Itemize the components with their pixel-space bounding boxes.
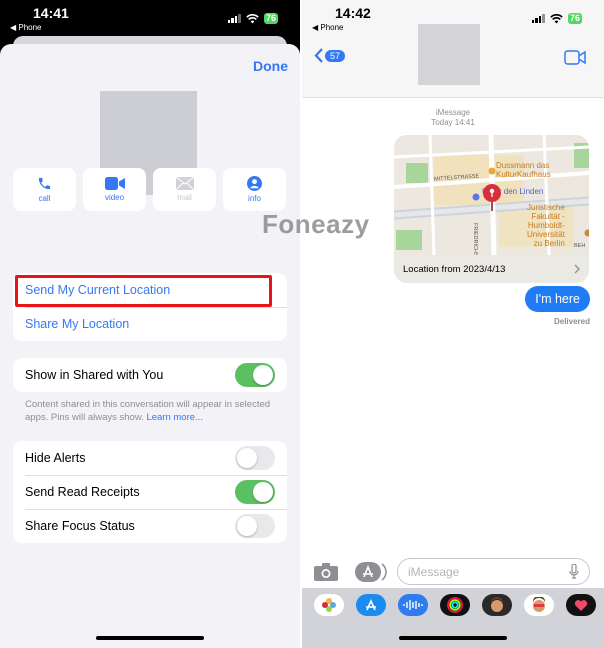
signal-icon bbox=[531, 14, 545, 23]
read-receipts-row: Send Read Receipts bbox=[13, 475, 287, 509]
call-button[interactable]: call bbox=[13, 168, 76, 211]
map-label: Universität bbox=[527, 230, 565, 239]
focus-status-toggle[interactable] bbox=[235, 514, 275, 538]
camera-icon[interactable] bbox=[314, 563, 338, 581]
photos-flower-icon bbox=[322, 598, 336, 612]
imessage-placeholder: iMessage bbox=[408, 564, 460, 579]
compose-bar: iMessage bbox=[302, 558, 604, 586]
audio-message-app-icon[interactable] bbox=[398, 594, 428, 616]
conversation-screen: 14:42 ◀ Phone 76 57 iMessage Today 14:41 bbox=[302, 0, 604, 648]
location-caption-text: Location from 2023/4/13 bbox=[403, 263, 506, 275]
read-receipts-label: Send Read Receipts bbox=[25, 485, 140, 499]
wifi-icon bbox=[550, 13, 563, 23]
memoji-sticker-icon bbox=[533, 597, 545, 612]
imessage-input[interactable]: iMessage bbox=[397, 558, 590, 585]
memoji-stickers-app-icon[interactable] bbox=[524, 594, 554, 616]
message-meta: iMessage Today 14:41 bbox=[302, 108, 604, 128]
contact-details-screen: 14:41 ◀ Phone 76 Done call video mail in… bbox=[0, 0, 300, 648]
learn-more-link[interactable]: Learn more... bbox=[146, 412, 203, 423]
memoji-face-icon bbox=[491, 597, 503, 612]
shared-with-you-group: Show in Shared with You bbox=[13, 358, 287, 392]
home-indicator bbox=[399, 636, 507, 640]
app-drawer bbox=[302, 588, 604, 648]
phone-icon bbox=[38, 177, 51, 190]
focus-status-label: Share Focus Status bbox=[25, 519, 135, 533]
battery-indicator: 76 bbox=[263, 13, 278, 24]
memoji-app-icon[interactable] bbox=[482, 594, 512, 616]
settings-group: Hide Alerts Send Read Receipts Share Foc… bbox=[13, 441, 287, 543]
waveform-icon bbox=[403, 600, 423, 610]
wifi-icon bbox=[246, 13, 259, 23]
info-label: info bbox=[248, 194, 261, 203]
map-label: Fakultät - bbox=[531, 212, 565, 221]
delivery-status: Delivered bbox=[553, 317, 590, 326]
info-button[interactable]: info bbox=[223, 168, 286, 211]
shared-with-you-toggle[interactable] bbox=[235, 363, 275, 387]
footnote: Content shared in this conversation will… bbox=[25, 398, 275, 424]
facetime-video-icon[interactable] bbox=[564, 50, 586, 65]
hide-alerts-toggle[interactable] bbox=[235, 446, 275, 470]
clock: 14:42 bbox=[335, 5, 371, 21]
video-label: video bbox=[104, 193, 125, 202]
mail-button[interactable]: mail bbox=[153, 168, 216, 211]
location-caption: Location from 2023/4/13 bbox=[394, 255, 589, 283]
back-to-app-link[interactable]: ◀ Phone bbox=[10, 23, 42, 32]
map-poi-dussmann: Dussmann das KulturKaufhaus bbox=[496, 161, 551, 179]
clock: 14:41 bbox=[33, 5, 69, 21]
status-bar: 14:41 ◀ Phone 76 bbox=[0, 0, 300, 36]
digital-touch-app-icon[interactable] bbox=[566, 594, 596, 616]
shared-with-you-row: Show in Shared with You bbox=[13, 358, 287, 392]
home-indicator bbox=[96, 636, 204, 640]
map-label: KulturKaufhaus bbox=[496, 170, 551, 179]
microphone-icon[interactable] bbox=[569, 564, 579, 579]
fitness-app-icon[interactable] bbox=[440, 594, 470, 616]
contact-actions: call video mail info bbox=[13, 168, 286, 211]
shared-with-you-label: Show in Shared with You bbox=[25, 368, 164, 382]
mail-label: mail bbox=[177, 193, 192, 202]
watermark: Foneazy bbox=[262, 209, 370, 239]
contact-avatar[interactable] bbox=[418, 24, 480, 85]
call-label: call bbox=[38, 194, 51, 203]
unread-badge: 57 bbox=[325, 49, 346, 62]
share-my-location-label: Share My Location bbox=[25, 317, 130, 331]
message-timestamp: Today 14:41 bbox=[431, 118, 475, 127]
share-my-location-row[interactable]: Share My Location bbox=[13, 307, 287, 341]
video-button[interactable]: video bbox=[83, 168, 146, 211]
done-button[interactable]: Done bbox=[253, 58, 288, 74]
focus-status-row: Share Focus Status bbox=[13, 509, 287, 543]
mail-icon bbox=[175, 177, 194, 190]
map-label: Juristische bbox=[527, 203, 565, 212]
map-label: BEH bbox=[574, 243, 586, 249]
person-icon bbox=[247, 176, 262, 191]
map-label: zu Berlin bbox=[533, 239, 565, 248]
signal-icon bbox=[227, 14, 241, 23]
battery-indicator: 76 bbox=[567, 13, 582, 24]
map-poi-humboldt: Juristische Fakultät - Humboldt- Univers… bbox=[527, 203, 565, 248]
hide-alerts-label: Hide Alerts bbox=[25, 451, 86, 465]
activity-rings-icon bbox=[447, 597, 463, 613]
conversation-header: 14:42 ◀ Phone 76 57 bbox=[302, 0, 604, 98]
photos-app-icon[interactable] bbox=[314, 594, 344, 616]
app-store-button-icon[interactable] bbox=[355, 561, 387, 583]
map-label: Dussmann das bbox=[496, 161, 550, 170]
chevron-left-icon bbox=[314, 48, 323, 63]
back-button[interactable]: 57 bbox=[314, 48, 346, 63]
app-store-glyph-icon bbox=[366, 599, 376, 611]
location-card[interactable]: Dussmann das KulturKaufhaus MITTELSTRASSE… bbox=[394, 135, 589, 283]
chevron-right-icon bbox=[574, 264, 580, 274]
service-label: iMessage bbox=[435, 108, 471, 117]
video-icon bbox=[104, 177, 125, 190]
back-to-app-link[interactable]: ◀ Phone bbox=[312, 23, 344, 32]
hide-alerts-row: Hide Alerts bbox=[13, 441, 287, 475]
highlight-box bbox=[15, 275, 272, 307]
message-bubble[interactable]: I'm here bbox=[525, 286, 590, 312]
map-label: Humboldt- bbox=[527, 221, 565, 230]
details-sheet: Done bbox=[0, 44, 300, 648]
app-store-app-icon[interactable] bbox=[356, 594, 386, 616]
read-receipts-toggle[interactable] bbox=[235, 480, 275, 504]
heart-icon bbox=[574, 599, 588, 611]
location-pin-icon bbox=[483, 184, 501, 211]
